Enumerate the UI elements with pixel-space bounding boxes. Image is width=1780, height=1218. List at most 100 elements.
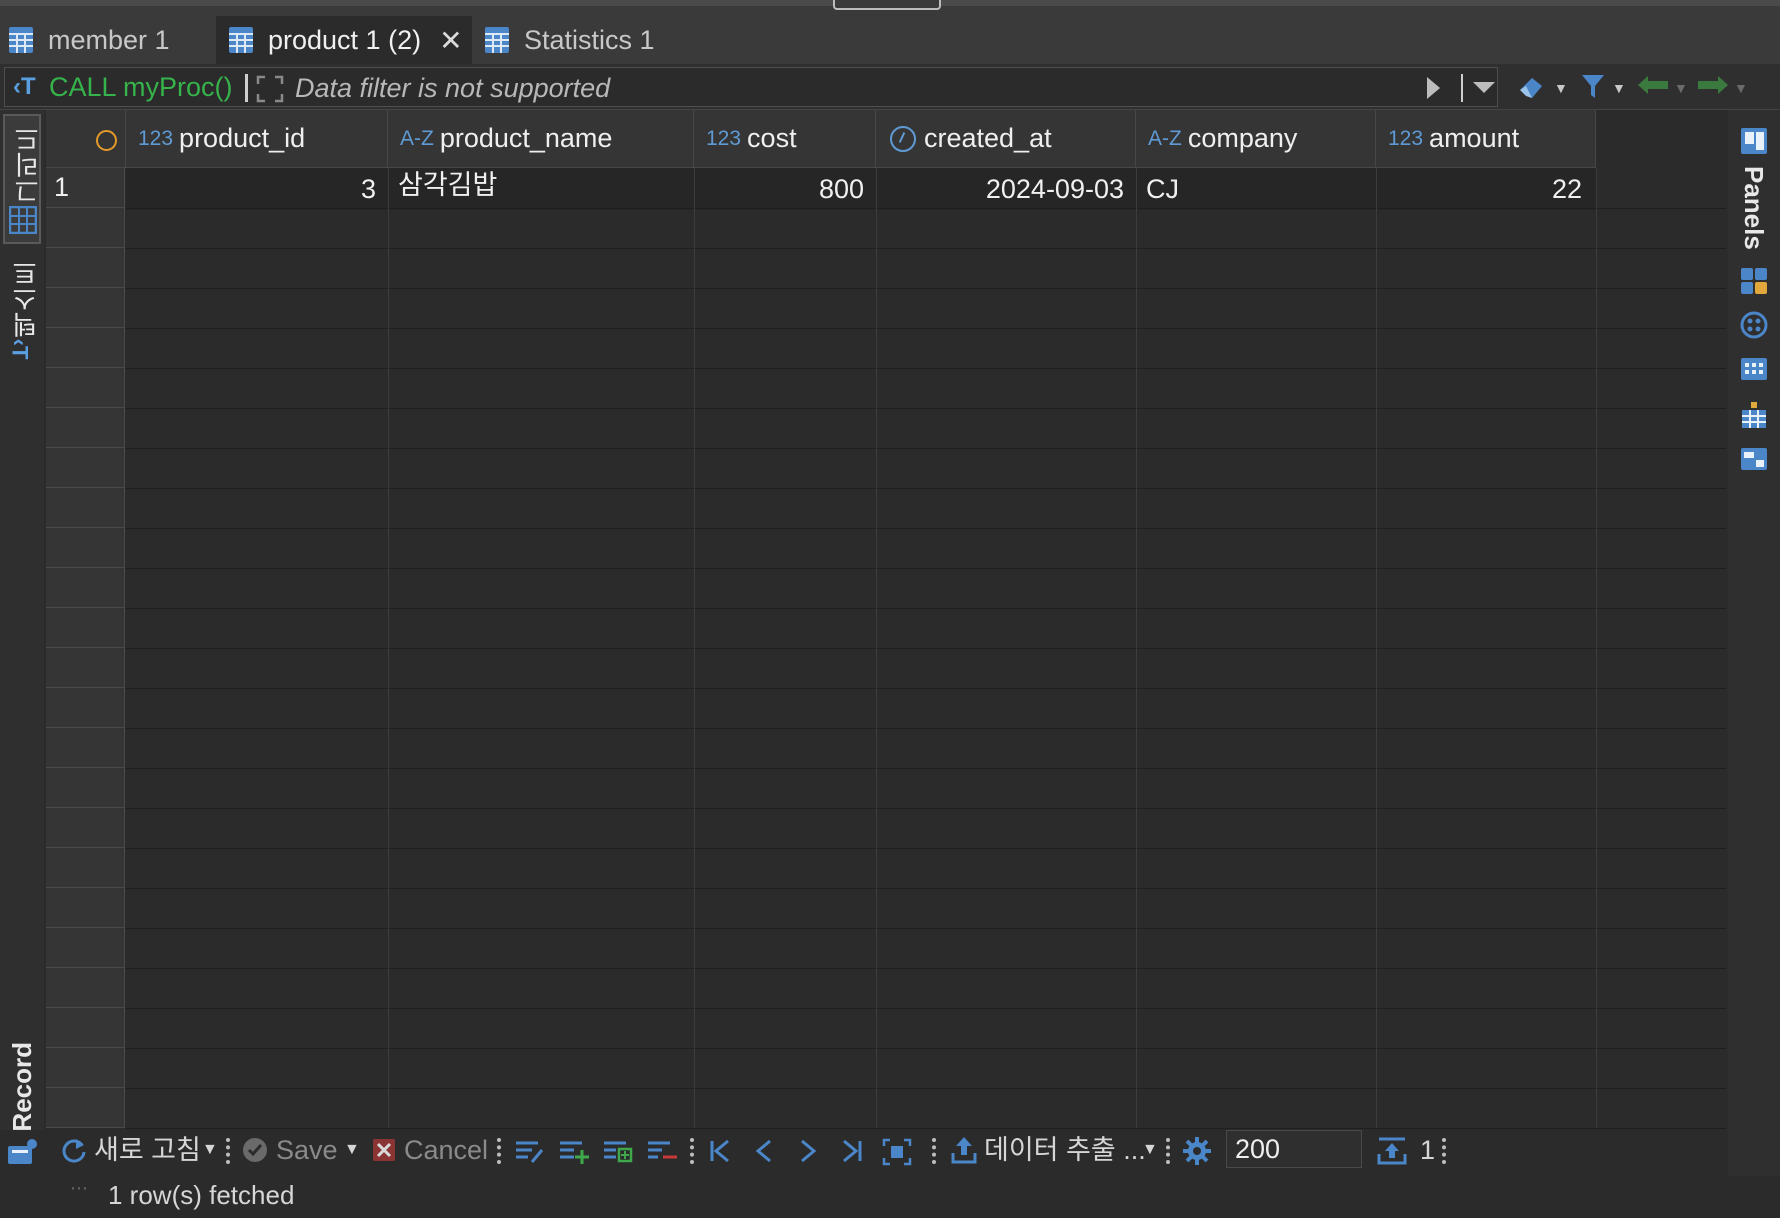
apply-filter-icon[interactable]	[1427, 77, 1440, 99]
column-separator	[388, 168, 389, 1128]
row-header-cell[interactable]	[46, 928, 125, 968]
cell-product-id[interactable]: 3	[126, 168, 376, 210]
filter-history-dropdown-icon[interactable]	[1473, 82, 1495, 93]
row-header-cell[interactable]	[46, 728, 125, 768]
clock-icon	[890, 125, 916, 152]
last-page-icon[interactable]	[838, 1139, 864, 1163]
text-view-tab[interactable]: 텍스트	[7, 260, 44, 338]
row-header-cell[interactable]	[46, 1088, 125, 1128]
grouping-icon[interactable]	[1739, 400, 1769, 430]
cell-amount[interactable]: 22	[1376, 168, 1582, 210]
value-viewer-icon[interactable]	[1739, 266, 1769, 296]
tab-product[interactable]: product 1 (2) ✕	[216, 16, 472, 64]
back-arrow-icon[interactable]	[1636, 72, 1670, 98]
calculation-icon[interactable]	[1739, 354, 1769, 384]
chevron-down-icon[interactable]: ▼	[1734, 80, 1748, 96]
row-header-cell[interactable]	[46, 888, 125, 928]
column-header-created-at[interactable]: created_at	[876, 110, 1136, 168]
row-header-cell[interactable]	[46, 808, 125, 848]
chevron-down-icon[interactable]: ▼	[344, 1130, 360, 1170]
column-header-product-name[interactable]: A-Z product_name	[388, 110, 694, 168]
chevron-down-icon[interactable]: ▼	[1554, 80, 1568, 96]
row-header-cell[interactable]	[46, 408, 125, 448]
row-header-cell[interactable]	[46, 528, 125, 568]
column-header-cost[interactable]: 123 cost	[694, 110, 876, 168]
tab-member[interactable]: member 1	[8, 16, 204, 64]
export-icon[interactable]	[950, 1135, 978, 1165]
export-data-button[interactable]: 데이터 추출 ...	[984, 1130, 1146, 1170]
chevron-down-icon[interactable]: ▼	[202, 1130, 218, 1170]
cancel-button[interactable]: Cancel	[404, 1130, 488, 1170]
copy-row-icon[interactable]	[602, 1138, 634, 1164]
row-header-cell[interactable]	[46, 968, 125, 1008]
close-tab-icon[interactable]: ✕	[439, 24, 462, 57]
row-header-cell[interactable]	[46, 288, 125, 328]
text-view-icon: ‹T	[7, 338, 33, 360]
references-icon[interactable]	[1739, 444, 1769, 474]
forward-arrow-icon[interactable]	[1696, 72, 1730, 98]
first-page-icon[interactable]	[708, 1139, 734, 1163]
refresh-icon[interactable]	[60, 1136, 88, 1164]
row-header-cell[interactable]	[46, 368, 125, 408]
next-page-icon[interactable]	[796, 1139, 818, 1163]
row-header-cell[interactable]	[46, 688, 125, 728]
row-header-cell[interactable]	[46, 648, 125, 688]
save-button[interactable]: Save	[276, 1130, 338, 1170]
cell-cost[interactable]: 800	[694, 168, 864, 210]
chevron-down-icon[interactable]: ▼	[1674, 80, 1688, 96]
cell-company[interactable]: CJ	[1146, 168, 1366, 210]
delete-row-icon[interactable]	[646, 1138, 678, 1164]
row-header-cell[interactable]	[46, 848, 125, 888]
gear-icon[interactable]	[1182, 1136, 1212, 1166]
tab-statistics[interactable]: Statistics 1	[484, 16, 684, 64]
expand-icon[interactable]	[255, 74, 285, 104]
divider	[1461, 74, 1463, 102]
grid-corner[interactable]	[46, 110, 126, 168]
toolbar-separator	[226, 1138, 230, 1164]
fetch-all-icon[interactable]	[882, 1138, 912, 1166]
filter-icon[interactable]	[1580, 72, 1606, 102]
row-select-circle-icon	[96, 130, 117, 151]
row-header-cell[interactable]	[46, 488, 125, 528]
cell-created-at[interactable]: 2024-09-03	[876, 168, 1124, 210]
row-header-cell[interactable]	[46, 1008, 125, 1048]
column-separator	[1136, 168, 1137, 1128]
column-name: amount	[1429, 123, 1520, 153]
row-header-cell[interactable]	[46, 608, 125, 648]
grid-view-tab[interactable]: 그리드	[3, 114, 43, 244]
eraser-icon[interactable]	[1516, 72, 1548, 102]
column-header-company[interactable]: A-Z company	[1136, 110, 1376, 168]
panels-label[interactable]: Panels	[1738, 166, 1769, 250]
row-header-cell[interactable]	[46, 448, 125, 488]
refresh-button[interactable]: 새로 고침	[94, 1130, 201, 1170]
row-header-cell[interactable]	[46, 1048, 125, 1088]
chevron-down-icon[interactable]: ▼	[1612, 80, 1626, 96]
edit-row-icon[interactable]	[514, 1138, 544, 1164]
column-name: product_id	[179, 123, 306, 153]
filter-input-box[interactable]: ‹T CALL myProc() Data filter is not supp…	[4, 67, 1498, 107]
column-header-amount[interactable]: 123 amount	[1376, 110, 1596, 168]
row-header-cell[interactable]	[46, 248, 125, 288]
chevron-down-icon[interactable]: ▼	[1142, 1130, 1158, 1170]
row-header-cell[interactable]	[46, 328, 125, 368]
row-header-cell[interactable]	[46, 568, 125, 608]
column-header-product-id[interactable]: 123 product_id	[126, 110, 388, 168]
toolbar-separator	[932, 1138, 936, 1164]
panels-icon[interactable]	[1739, 126, 1769, 156]
panel-toggle-icon[interactable]	[6, 1136, 38, 1166]
right-panels-bar: Panels	[1728, 110, 1780, 1218]
fetch-size-input[interactable]: 200	[1226, 1130, 1362, 1168]
metadata-icon[interactable]	[1739, 310, 1769, 340]
row-header-cell[interactable]	[46, 208, 125, 248]
row-header-cell[interactable]	[46, 768, 125, 808]
status-more-icon[interactable]: ⋯	[70, 1178, 88, 1199]
toolbar-separator	[1442, 1138, 1446, 1164]
previous-page-icon[interactable]	[754, 1139, 776, 1163]
row-separator	[126, 688, 1726, 689]
record-mode-toggle[interactable]: Record	[7, 1042, 38, 1132]
add-row-icon[interactable]	[558, 1138, 590, 1164]
column-name: company	[1187, 123, 1298, 153]
cell-product-name[interactable]: 삼각김밥	[398, 168, 688, 210]
row-count-icon[interactable]	[1376, 1136, 1408, 1166]
column-name: product_name	[439, 123, 613, 153]
